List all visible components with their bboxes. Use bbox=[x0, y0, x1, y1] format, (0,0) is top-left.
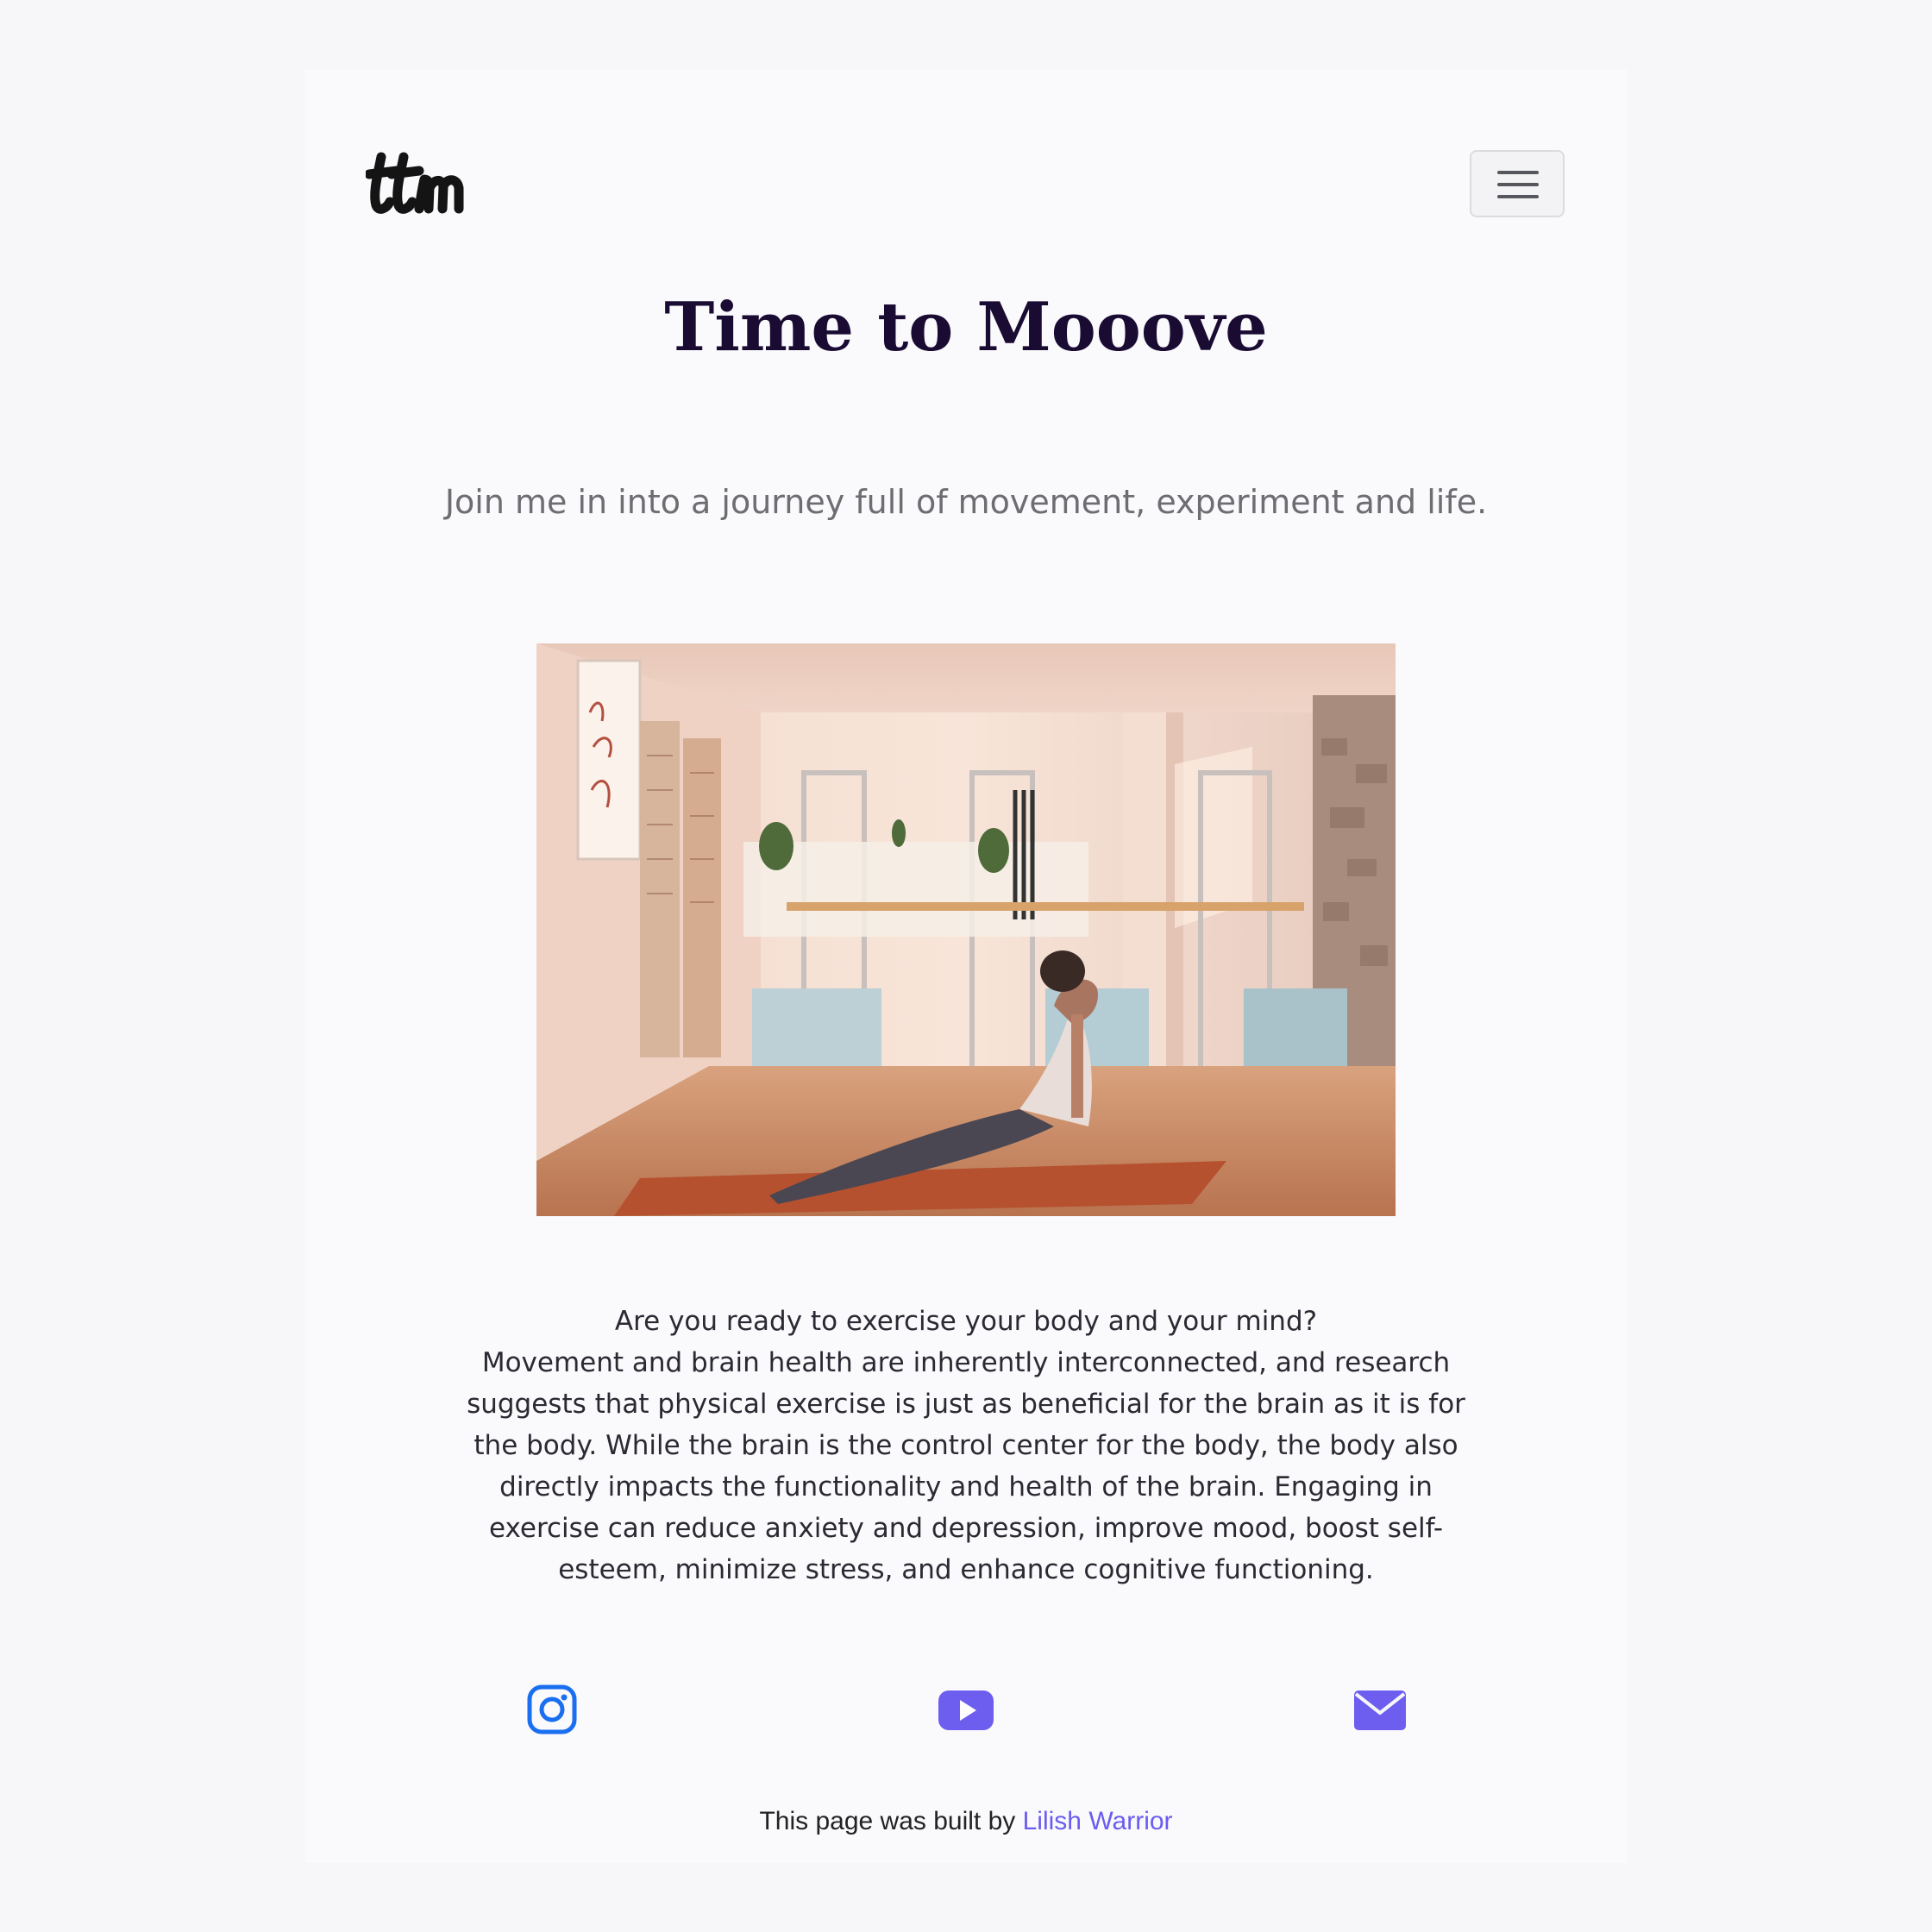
youtube-link[interactable] bbox=[937, 1684, 995, 1735]
yoga-studio-photo-icon bbox=[536, 643, 1396, 1216]
tagline: Join me in into a journey full of moveme… bbox=[444, 483, 1488, 521]
instagram-icon bbox=[527, 1684, 577, 1734]
intro-text: Are you ready to exercise your body and … bbox=[448, 1301, 1484, 1590]
page: Time to Mooove Join me in into a journey… bbox=[0, 0, 1932, 1932]
youtube-icon bbox=[938, 1690, 994, 1730]
hamburger-bar bbox=[1497, 195, 1539, 198]
brand-logo[interactable] bbox=[366, 148, 469, 217]
hamburger-bar bbox=[1497, 183, 1539, 186]
yoga-studio-photo bbox=[536, 643, 1396, 1216]
page-title: Time to Mooove bbox=[664, 288, 1268, 367]
footer-credit-text: This page was built by bbox=[759, 1807, 1023, 1835]
ttm-script-logo-icon bbox=[366, 152, 464, 214]
menu-toggle-button[interactable] bbox=[1470, 150, 1565, 217]
email-link[interactable] bbox=[1351, 1684, 1409, 1735]
intro-paragraph: Movement and brain health are inherently… bbox=[467, 1347, 1465, 1585]
instagram-link[interactable] bbox=[523, 1684, 581, 1735]
intro-question: Are you ready to exercise your body and … bbox=[614, 1306, 1318, 1337]
author-link[interactable]: Lilish Warrior bbox=[1023, 1807, 1173, 1835]
envelope-icon bbox=[1354, 1690, 1406, 1730]
hamburger-menu-icon bbox=[1497, 171, 1539, 174]
footer: This page was built by Lilish Warrior bbox=[0, 1801, 1932, 1842]
